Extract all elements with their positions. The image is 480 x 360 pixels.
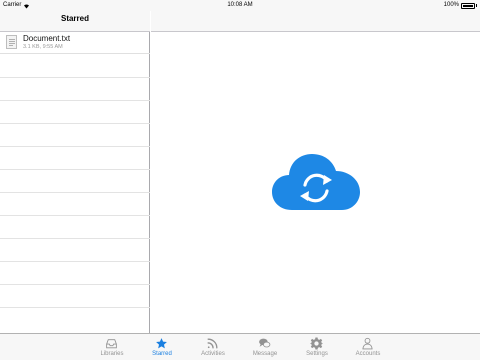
row-divider xyxy=(0,169,150,170)
chat-icon xyxy=(259,338,271,348)
row-divider xyxy=(0,192,150,193)
file-row[interactable]: Document.txt 3.1 KB, 9:55 AM xyxy=(0,32,150,54)
battery-indicator: 100% xyxy=(444,0,477,11)
clock: 10:08 AM xyxy=(227,2,253,8)
detail-pane xyxy=(151,32,480,333)
battery-icon xyxy=(461,2,475,9)
battery-tip xyxy=(476,4,477,7)
cloud-sync-icon xyxy=(272,154,360,210)
starred-pane: Starred Document.txt 3.1 KB, 9:55 AM xyxy=(0,0,150,333)
text-file-icon xyxy=(6,35,17,49)
row-divider xyxy=(0,77,150,78)
file-meta: 3.1 KB, 9:55 AM xyxy=(23,44,63,50)
tab-settings[interactable]: Settings xyxy=(292,334,342,360)
row-divider xyxy=(0,123,150,124)
battery-percent: 100% xyxy=(443,2,459,8)
tab-label: Accounts xyxy=(355,351,381,357)
tab-accounts[interactable]: Accounts xyxy=(343,334,393,360)
row-divider xyxy=(0,146,150,147)
tab-bar: Libraries Starred Activities Message Set… xyxy=(0,333,480,360)
inbox-icon xyxy=(106,339,117,349)
row-divider xyxy=(0,261,150,262)
person-icon xyxy=(362,337,373,350)
row-divider xyxy=(0,100,150,101)
tab-label: Message xyxy=(252,351,278,357)
row-divider xyxy=(0,238,150,239)
tab-label: Libraries xyxy=(100,351,124,357)
page-title: Starred xyxy=(60,14,89,23)
tab-libraries[interactable]: Libraries xyxy=(87,334,137,360)
gear-icon xyxy=(310,337,323,350)
tab-starred[interactable]: Starred xyxy=(137,334,187,360)
tab-label: Activities xyxy=(201,351,225,357)
row-divider xyxy=(0,215,150,216)
tab-label: Settings xyxy=(306,351,328,357)
rss-icon xyxy=(207,338,218,349)
tab-message[interactable]: Message xyxy=(240,334,290,360)
tab-label: Starred xyxy=(152,351,172,357)
star-icon xyxy=(156,338,167,349)
status-bar: Carrier 10:08 AM 100% xyxy=(0,0,480,11)
row-divider xyxy=(0,284,150,285)
tab-activities[interactable]: Activities xyxy=(188,334,238,360)
row-divider xyxy=(0,307,150,308)
file-name: Document.txt xyxy=(23,34,71,43)
